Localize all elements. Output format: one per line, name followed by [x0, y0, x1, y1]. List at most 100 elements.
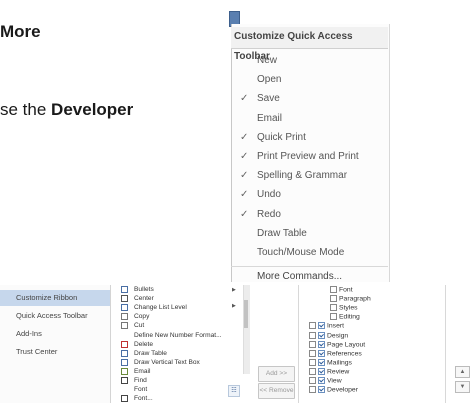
command-item[interactable]: Email — [120, 367, 238, 376]
ribbon-tree-label: Page Layout — [327, 340, 366, 348]
ribbon-tree-label: View — [327, 377, 342, 385]
commands-scrollbar[interactable] — [243, 285, 250, 374]
qat-menu-item[interactable]: Email — [231, 109, 388, 128]
command-item[interactable]: Draw Table — [120, 349, 238, 358]
qat-menu-item[interactable]: ✓ Undo — [231, 185, 388, 204]
command-item-label: Change List Level — [134, 304, 187, 312]
tab-checkbox[interactable] — [318, 331, 325, 339]
command-item[interactable]: Delete — [120, 340, 238, 349]
ribbon-tree-item[interactable]: Mailings — [309, 358, 352, 367]
move-down-button[interactable]: ▼ — [455, 381, 470, 393]
command-item[interactable]: Center — [120, 295, 238, 303]
checkmark-icon: ✓ — [240, 208, 249, 220]
options-nav-item[interactable]: Customize Ribbon — [0, 290, 110, 306]
expand-icon[interactable] — [309, 340, 316, 348]
qat-menu-item[interactable]: ✓ Save — [231, 89, 388, 108]
commands-scroll-thumb[interactable] — [244, 300, 248, 328]
options-nav-item[interactable]: Trust Center — [0, 344, 110, 360]
command-item[interactable]: Bullets — [120, 286, 238, 294]
qat-menu-item[interactable]: Touch/Mouse Mode — [231, 243, 388, 262]
qat-menu-item-label: Redo — [257, 208, 281, 220]
qat-menu-item[interactable]: Draw Table — [231, 224, 388, 243]
qat-menu-item-label: Save — [257, 93, 280, 105]
ribbon-tree-item[interactable]: Page Layout — [309, 340, 366, 349]
qat-menu-item[interactable]: ✓ Print Preview and Print — [231, 147, 388, 166]
ribbon-tree-item[interactable]: Design — [309, 331, 348, 340]
remove-button[interactable]: << Remove — [258, 383, 295, 399]
qat-menu-item[interactable]: ✓ Quick Print — [231, 128, 388, 147]
ribbon-tree-item[interactable]: Paragraph — [330, 295, 371, 303]
ribbon-tree-label: Paragraph — [339, 295, 371, 303]
ribbon-tree-item[interactable]: Styles — [330, 304, 358, 312]
tab-checkbox[interactable] — [318, 386, 325, 394]
ribbon-tree-item[interactable]: Font — [330, 286, 353, 294]
command-item[interactable]: Font... — [120, 395, 238, 403]
delete-icon — [121, 340, 128, 348]
qat-menu-item-label: Undo — [257, 189, 281, 201]
checkmark-icon: ✓ — [240, 189, 249, 201]
expand-icon[interactable] — [330, 313, 337, 321]
tab-checkbox[interactable] — [318, 349, 325, 357]
cut-icon — [121, 322, 128, 330]
options-nav-item[interactable]: Quick Access Toolbar — [0, 308, 110, 324]
ribbon-tree-label: Review — [327, 368, 350, 376]
command-item[interactable]: Copy — [120, 313, 238, 321]
ribbon-tree-item[interactable]: Review — [309, 367, 350, 376]
expand-icon[interactable] — [309, 349, 316, 357]
command-item-label: Cut — [134, 322, 145, 330]
move-up-button[interactable]: ▲ — [455, 366, 470, 378]
command-item[interactable]: Find — [120, 377, 238, 385]
checkmark-icon: ✓ — [240, 151, 249, 162]
ribbon-tree-item[interactable]: View — [309, 377, 342, 385]
qat-menu-item[interactable]: Open — [231, 70, 388, 89]
expand-icon[interactable] — [330, 286, 337, 293]
qat-menu-item-label: Draw Table — [257, 227, 307, 239]
expand-icon[interactable] — [309, 331, 316, 339]
tab-checkbox[interactable] — [318, 377, 325, 384]
ribbon-tree-item[interactable]: Developer — [309, 386, 358, 394]
tab-checkbox[interactable] — [318, 340, 325, 348]
expand-icon[interactable] — [330, 295, 337, 303]
ribbon-tree-item[interactable]: Insert — [309, 322, 344, 330]
ribbon-tree-item[interactable]: References — [309, 349, 362, 358]
ribbon-tree-label: Styles — [339, 304, 358, 312]
ribbon-tree-label: Developer — [327, 386, 358, 394]
tab-checkbox[interactable] — [318, 367, 325, 375]
expand-icon[interactable] — [330, 304, 337, 312]
ribbon-tree-label: Font — [339, 286, 353, 294]
expand-icon[interactable] — [309, 322, 316, 330]
email-icon — [121, 367, 128, 375]
options-nav-item[interactable]: Add-Ins — [0, 326, 110, 342]
submenu-arrow-icon: ▶ — [232, 303, 236, 309]
command-item[interactable]: Cut — [120, 322, 238, 330]
qat-menu-item[interactable]: New — [231, 51, 388, 70]
qat-menu-item[interactable]: ✓ Spelling & Grammar — [231, 166, 388, 185]
qat-menu-items: New Open ✓ Save Email ✓ Quick Print ✓ Print Prev… — [231, 49, 388, 282]
expand-icon[interactable] — [309, 386, 316, 394]
tab-checkbox[interactable] — [318, 322, 325, 330]
draw-table-icon — [121, 349, 128, 357]
customize-icon[interactable]: ☷ — [228, 385, 240, 397]
command-item-label: Find — [134, 377, 147, 384]
qat-menu-item[interactable]: ✓ Redo — [231, 205, 388, 224]
expand-icon[interactable] — [309, 377, 316, 384]
qat-menu-item-label: Spelling & Grammar — [257, 170, 348, 182]
expand-icon[interactable] — [309, 358, 316, 366]
command-item[interactable]: Define New Number Format... — [120, 332, 238, 340]
expand-icon[interactable] — [309, 367, 316, 375]
qat-menu-item-label: Open — [257, 74, 282, 86]
vertical-text-box-icon — [121, 358, 128, 366]
ribbon-tree-item[interactable]: Editing — [330, 313, 360, 321]
doc-text-prefix: se the — [0, 100, 52, 119]
command-item-label: Copy — [134, 313, 150, 321]
command-item-label: Draw Table — [134, 349, 167, 357]
command-item[interactable]: Font — [120, 386, 238, 394]
command-item[interactable]: Draw Vertical Text Box — [120, 358, 238, 367]
add-button[interactable]: Add >> — [258, 366, 295, 382]
command-item-label: Delete — [134, 340, 154, 348]
doc-bold-more: More — [0, 22, 41, 41]
more-commands-item[interactable]: More Commands... — [231, 266, 388, 286]
command-item[interactable]: Change List Level — [120, 304, 238, 312]
qat-menu-item-label: New — [257, 55, 278, 66]
tab-checkbox[interactable] — [318, 358, 325, 366]
